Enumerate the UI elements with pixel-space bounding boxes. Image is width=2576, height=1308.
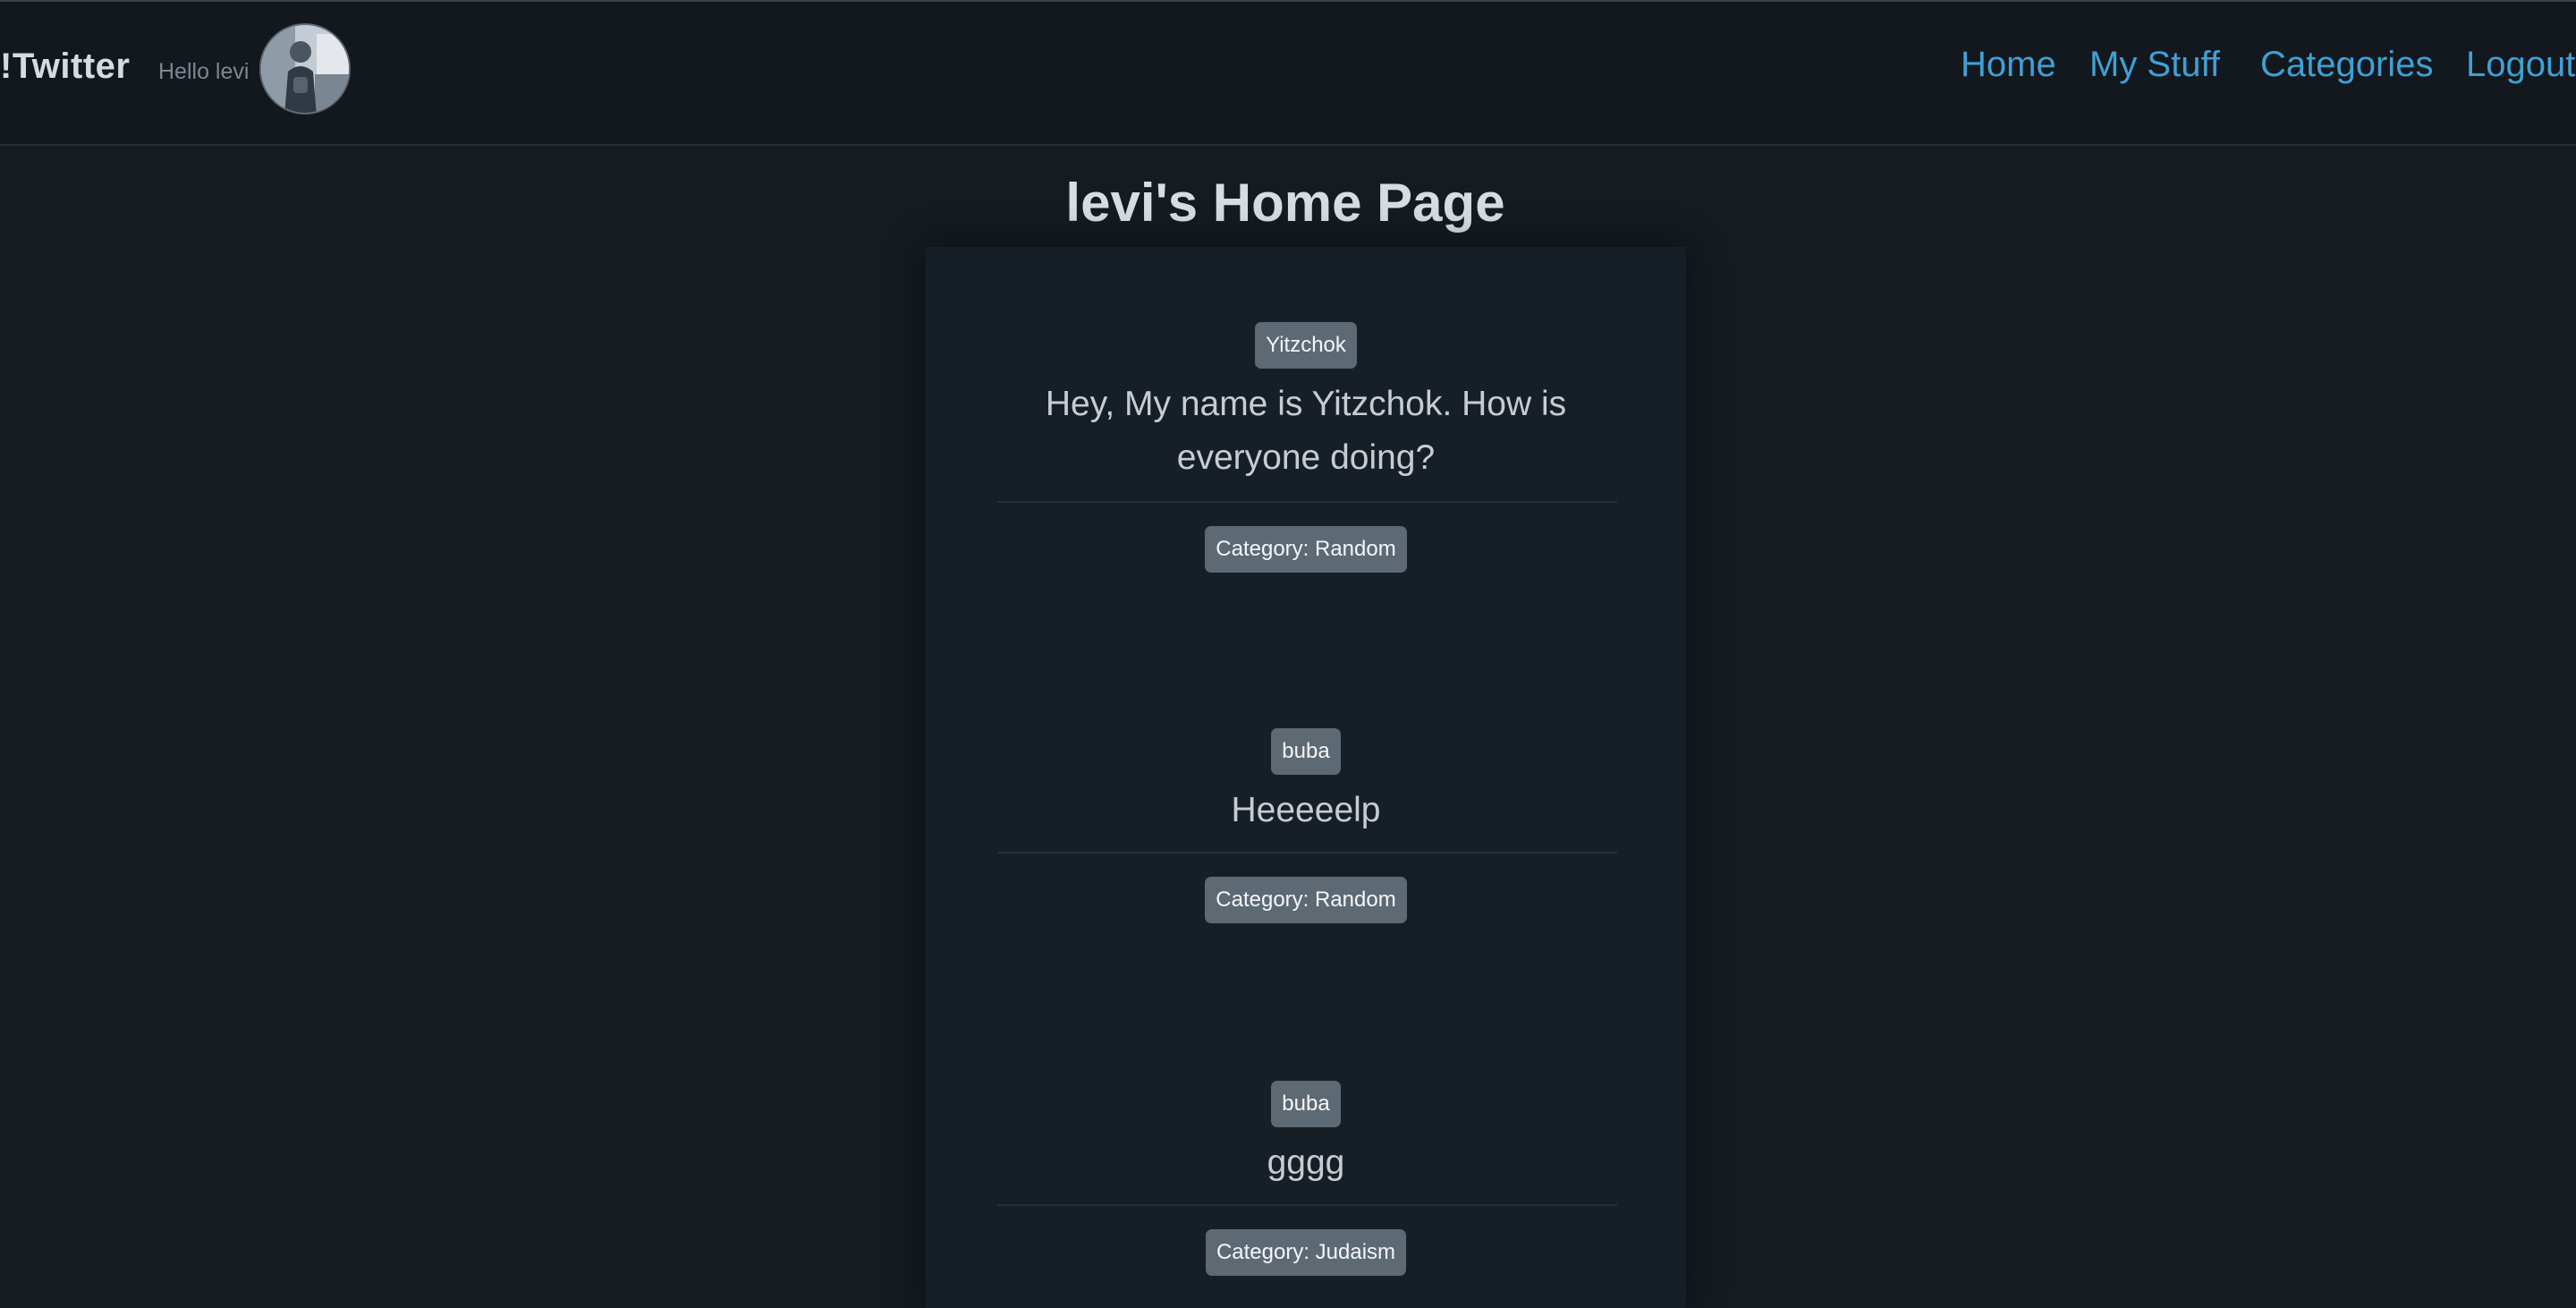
post-content: Heeeeelp <box>1231 791 1381 829</box>
author-badge[interactable]: buba <box>1271 728 1341 775</box>
author-badge-container: buba <box>926 1081 1686 1127</box>
post-content: gggg <box>1267 1143 1345 1182</box>
category-badge[interactable]: Category: Judaism <box>1205 1229 1407 1276</box>
category-badge-container: Category: Random <box>926 526 1686 573</box>
navbar: !Twitter Hello levi Home My Stuff Catego… <box>0 2 2576 146</box>
post-divider <box>997 501 1617 503</box>
page-title: levi's Home Page <box>1065 173 1505 233</box>
category-badge-container: Category: Judaism <box>926 1229 1686 1276</box>
author-badge-container: buba <box>926 728 1686 775</box>
category-badge[interactable]: Category: Random <box>1205 526 1407 573</box>
author-badge[interactable]: buba <box>1271 1081 1341 1127</box>
post-divider <box>997 1204 1617 1206</box>
author-badge-container: Yitzchok <box>926 322 1686 369</box>
nav-logout-link[interactable]: Logout <box>2466 45 2575 85</box>
post-card: buba Heeeeelp Category: Random <box>926 728 1686 1006</box>
post-feed: Yitzchok Hey, My name is Yitzchok. How i… <box>926 247 1686 1308</box>
nav-categories-link[interactable]: Categories <box>2260 45 2433 85</box>
nav-home-link[interactable]: Home <box>1961 45 2056 85</box>
post-divider <box>997 852 1617 854</box>
nav-links: Home My Stuff Categories Logout <box>0 45 2576 89</box>
post-card: Yitzchok Hey, My name is Yitzchok. How i… <box>926 322 1686 644</box>
author-badge[interactable]: Yitzchok <box>1255 322 1357 369</box>
category-badge-container: Category: Random <box>926 877 1686 923</box>
nav-my-stuff-link[interactable]: My Stuff <box>2089 45 2220 85</box>
post-content: Hey, My name is Yitzchok. How is everyon… <box>1045 385 1567 477</box>
post-card: buba gggg Category: Judaism <box>926 1081 1686 1308</box>
category-badge[interactable]: Category: Random <box>1205 877 1407 923</box>
